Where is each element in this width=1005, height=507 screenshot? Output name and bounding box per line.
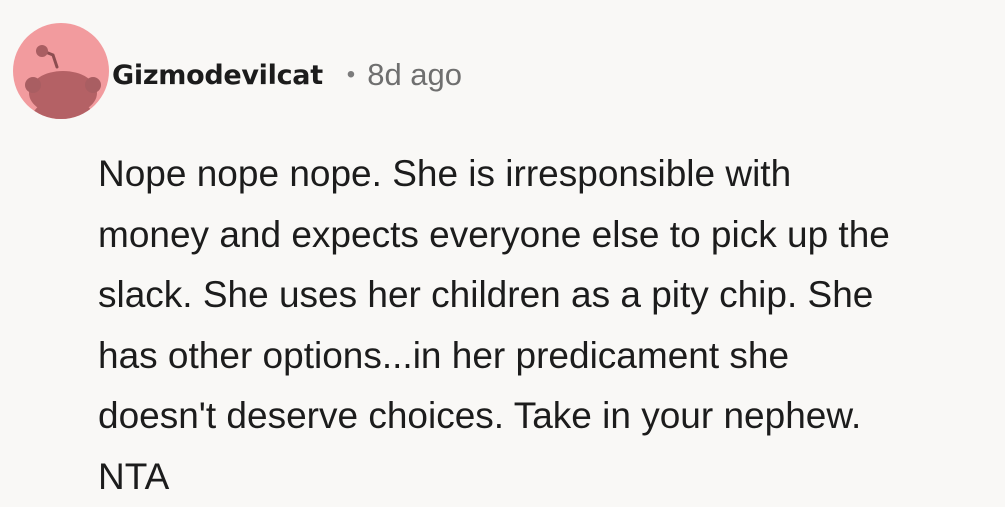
timestamp[interactable]: 8d ago [367,57,462,93]
comment-body-line: doesn't deserve choices. Take in your ne… [98,395,862,436]
separator-dot: • [346,61,356,88]
comment-body-line: slack. She uses her children as a pity c… [98,274,874,315]
comment-body-line: NTA [98,455,170,497]
comment-body-line: Nope nope nope. She is irresponsible wit… [98,153,792,194]
comment: Gizmodevilcat • 8d ago Nope nope nope. S… [0,0,1005,507]
username-link[interactable]: Gizmodevilcat [112,60,323,91]
comment-header: Gizmodevilcat • 8d ago [112,52,462,98]
comment-body-line: has other options...in her predicament s… [98,334,790,376]
avatar[interactable] [13,23,109,119]
snoo-avatar-icon [25,45,101,119]
comment-body: Nope nope nope. She is irresponsible wit… [98,144,998,507]
comment-body-line: money and expects everyone else to pick … [98,213,890,255]
